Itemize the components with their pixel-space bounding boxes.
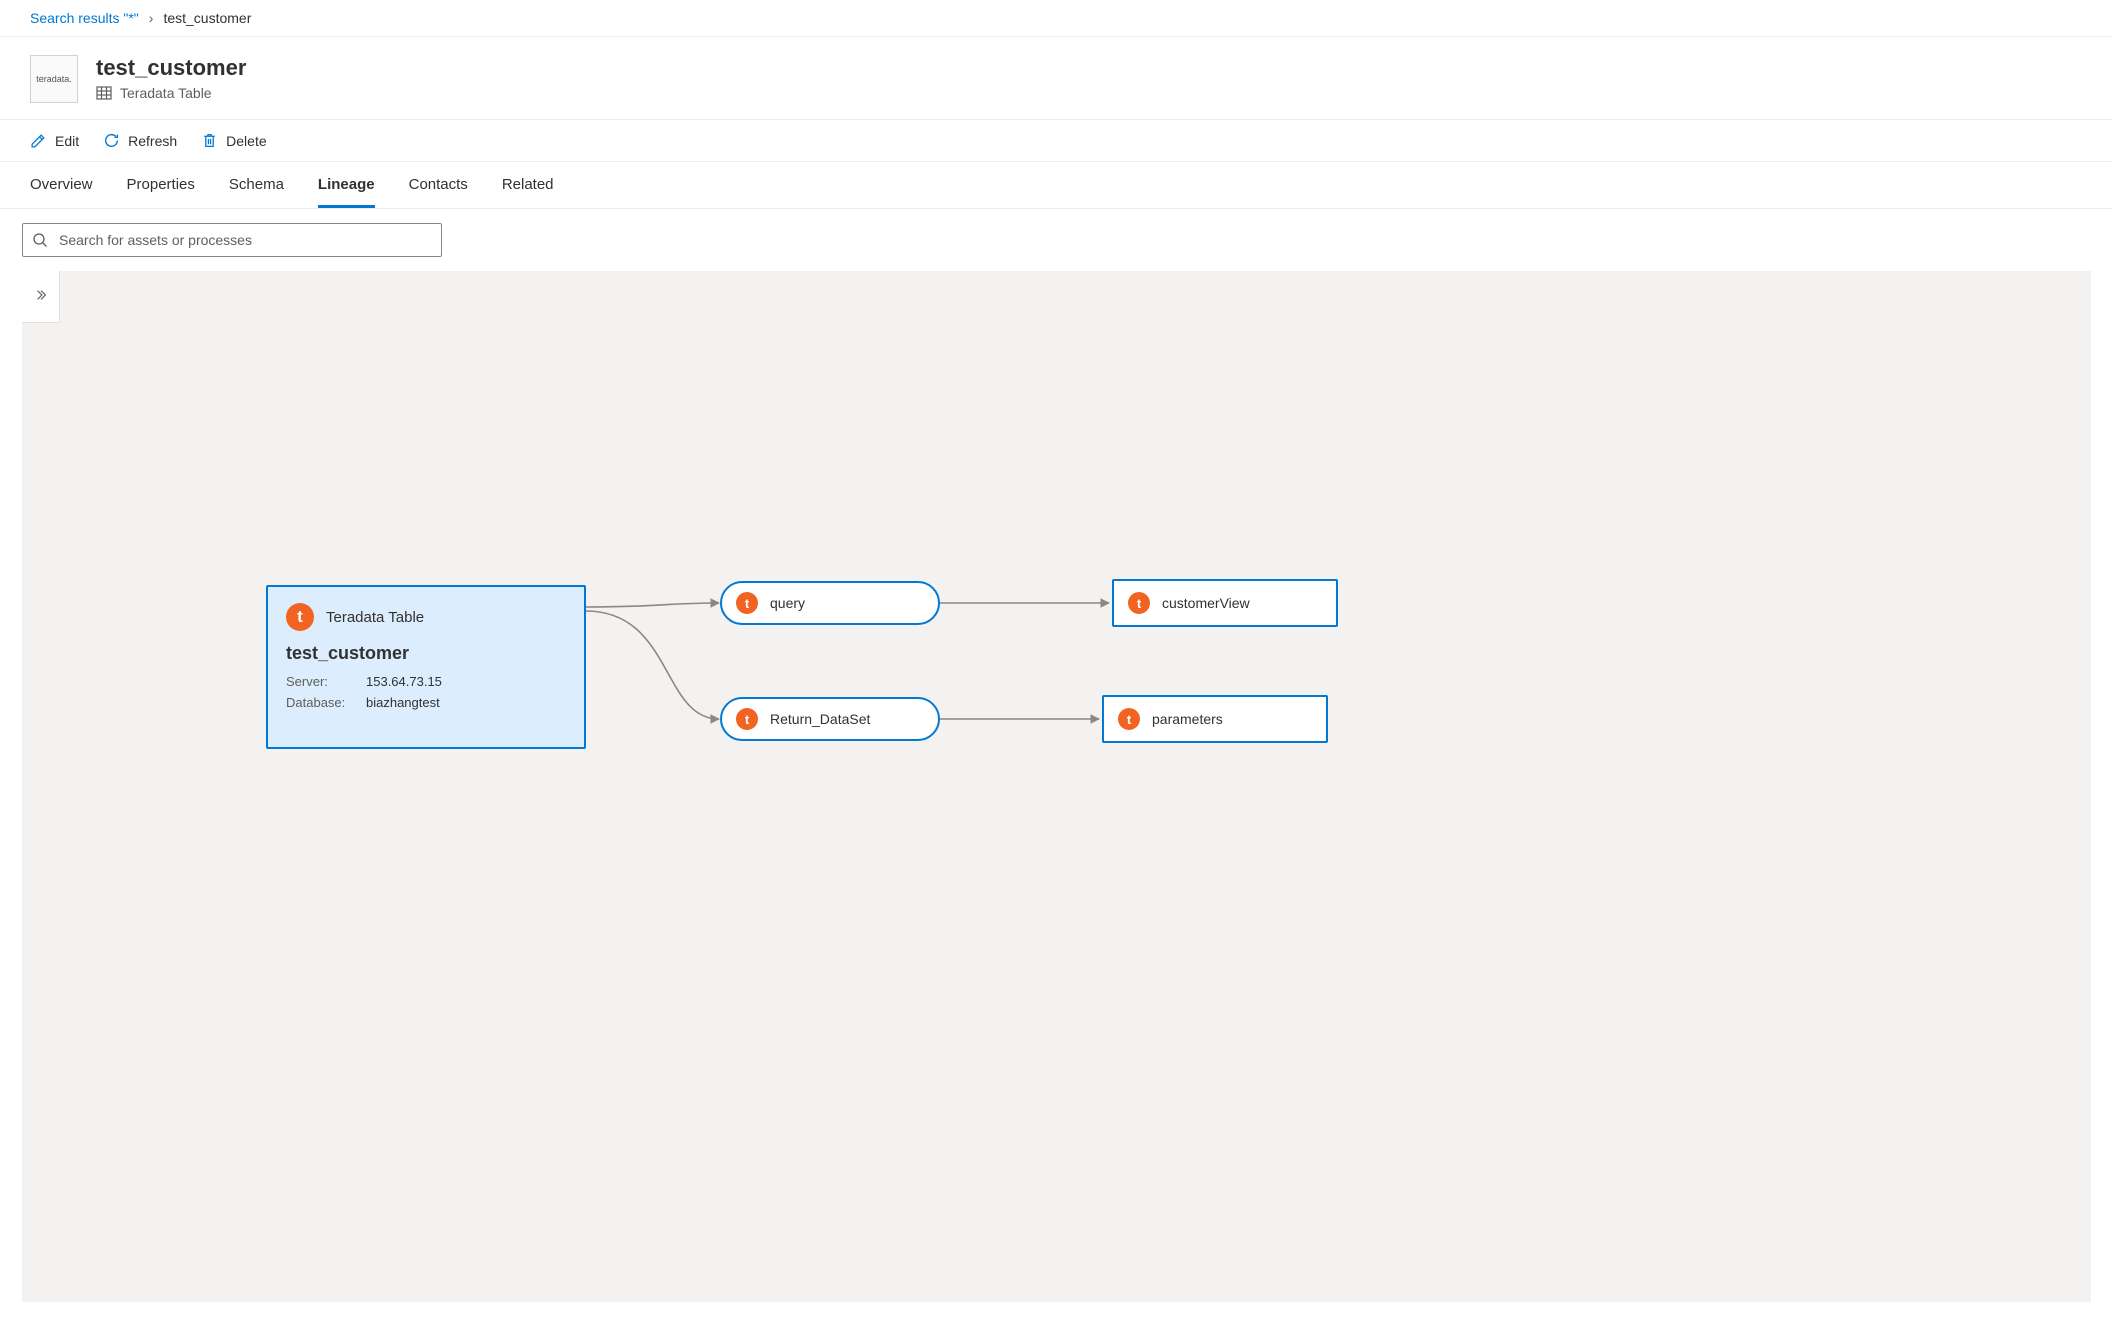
lineage-node-process-query[interactable]: t query <box>720 581 940 625</box>
teradata-icon: t <box>736 708 758 730</box>
search-input[interactable] <box>22 223 442 257</box>
lineage-node-label: parameters <box>1152 711 1223 727</box>
lineage-node-label: customerView <box>1162 595 1250 611</box>
lineage-node-name: test_customer <box>286 643 566 664</box>
tab-overview[interactable]: Overview <box>30 162 93 208</box>
database-label: Database: <box>286 695 350 710</box>
refresh-button[interactable]: Refresh <box>103 132 177 149</box>
breadcrumb-current: test_customer <box>163 10 251 26</box>
source-brand-logo: teradata. <box>30 55 78 103</box>
database-value: biazhangtest <box>366 695 440 710</box>
refresh-icon <box>103 132 120 149</box>
edit-button[interactable]: Edit <box>30 132 79 149</box>
search-icon <box>32 232 48 248</box>
tab-properties[interactable]: Properties <box>127 162 195 208</box>
lineage-node-output-customerview[interactable]: t customerView <box>1112 579 1338 627</box>
tab-bar: Overview Properties Schema Lineage Conta… <box>0 162 2113 209</box>
toolbar: Edit Refresh Delete <box>0 120 2113 162</box>
search-box <box>22 223 442 257</box>
teradata-icon: t <box>1128 592 1150 614</box>
search-row <box>0 209 2113 271</box>
server-value: 153.64.73.15 <box>366 674 442 689</box>
lineage-node-label: query <box>770 595 805 611</box>
breadcrumb-separator: › <box>149 10 154 26</box>
teradata-icon: t <box>736 592 758 614</box>
page-header: teradata. test_customer Teradata Table <box>0 37 2113 120</box>
trash-icon <box>201 132 218 149</box>
table-icon <box>96 85 112 101</box>
tab-contacts[interactable]: Contacts <box>409 162 468 208</box>
server-label: Server: <box>286 674 350 689</box>
chevron-double-right-icon <box>34 288 48 305</box>
lineage-node-type: Teradata Table <box>326 609 424 626</box>
breadcrumb-root-link[interactable]: Search results "*" <box>30 10 139 26</box>
lineage-node-process-return-dataset[interactable]: t Return_DataSet <box>720 697 940 741</box>
lineage-node-label: Return_DataSet <box>770 711 870 727</box>
pencil-icon <box>30 132 47 149</box>
teradata-icon: t <box>286 603 314 631</box>
tab-related[interactable]: Related <box>502 162 554 208</box>
tab-schema[interactable]: Schema <box>229 162 284 208</box>
lineage-canvas[interactable]: t Teradata Table test_customer Server: 1… <box>22 271 2091 1302</box>
breadcrumb: Search results "*" › test_customer <box>0 0 2113 37</box>
lineage-node-selected[interactable]: t Teradata Table test_customer Server: 1… <box>266 585 586 749</box>
expand-panel-toggle[interactable] <box>22 271 60 323</box>
page-title: test_customer <box>96 55 246 81</box>
tab-lineage[interactable]: Lineage <box>318 162 375 208</box>
teradata-icon: t <box>1118 708 1140 730</box>
delete-button[interactable]: Delete <box>201 132 266 149</box>
page-subtitle: Teradata Table <box>120 85 212 101</box>
lineage-node-output-parameters[interactable]: t parameters <box>1102 695 1328 743</box>
